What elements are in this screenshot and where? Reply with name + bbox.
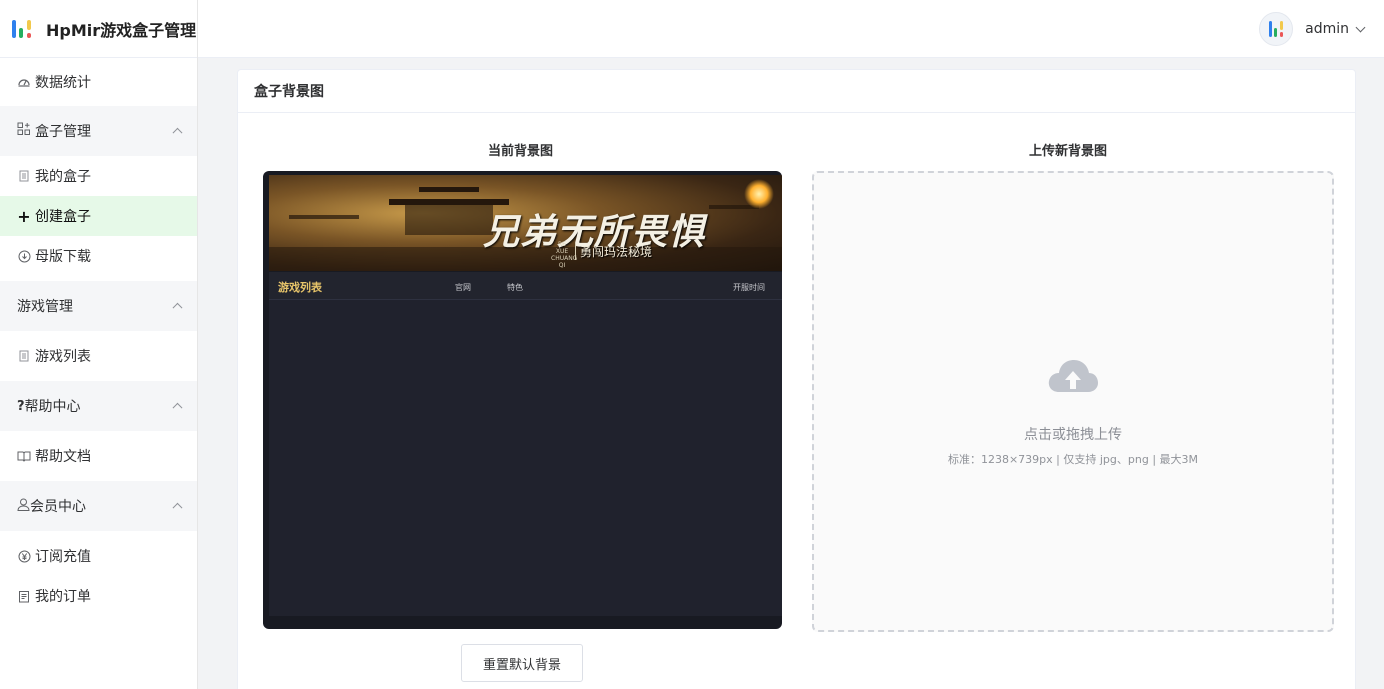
reset-default-button[interactable]: 重置默认背景 [461,644,583,682]
preview-list-title: 游戏列表 [278,281,322,294]
sidebar-item-label: 创建盒子 [35,209,91,225]
document-icon [17,169,31,183]
order-icon [17,589,31,603]
plus-icon: + [17,206,31,226]
preview-banner: 兄弟无所畏惧 RE XUE CHUANG QI 勇闯玛法秘境 [269,175,782,271]
sidebar-group-label: 盒子管理 [35,124,91,140]
yen-icon [17,549,31,563]
sidebar-group-label: 游戏管理 [17,299,73,315]
preview-list-body [269,300,782,616]
user-menu[interactable]: admin [1259,12,1366,46]
card-title: 盒子背景图 [238,70,1355,113]
top-header: admin [198,0,1384,58]
upload-text: 点击或拖拽上传 [1024,427,1122,443]
sidebar-item-subscribe[interactable]: 订阅充值 [0,536,197,576]
sidebar-item-label: 数据统计 [35,75,91,91]
download-icon [17,249,31,263]
sidebar-item-create-box[interactable]: + 创建盒子 [0,196,197,236]
sidebar-item-stats[interactable]: 数据统计 [0,58,197,106]
chevron-down-icon [1355,22,1366,32]
preview-banner-tag: RE XUE CHUANG QI [551,241,578,269]
book-icon [17,449,31,463]
sidebar-item-template-download[interactable]: 母版下载 [0,236,197,276]
preview-col-time: 开服时间 [733,283,765,292]
avatar [1259,12,1294,46]
cloud-upload-icon [1047,356,1099,396]
sidebar-item-label: 我的盒子 [35,169,91,185]
user-icon [17,498,30,515]
chevron-up-icon [172,502,183,513]
question-icon: ? [17,398,25,414]
chevron-up-icon [172,302,183,313]
upload-dropzone[interactable]: 点击或拖拽上传 标准：1238×739px | 仅支持 jpg、png | 最大… [812,171,1334,632]
grid-plus-icon [17,122,31,140]
dashboard-icon [17,75,31,89]
sidebar-group-label: 帮助中心 [24,399,81,415]
sidebar-item-label: 我的订单 [35,589,91,605]
sidebar-group-games[interactable]: 游戏管理 [0,281,197,331]
sidebar: HpMir游戏盒子管理 数据统计 盒子管理 我的盒子 + 创建盒子 母版下载 游… [0,0,198,689]
sidebar-menu: 数据统计 盒子管理 我的盒子 + 创建盒子 母版下载 游戏管理 游戏列表 ? 帮… [0,58,197,616]
sidebar-group-box[interactable]: 盒子管理 [0,106,197,156]
upload-hint: 标准：1238×739px | 仅支持 jpg、png | 最大3M [947,453,1199,466]
sidebar-group-help[interactable]: ? 帮助中心 [0,381,197,431]
username: admin [1305,21,1349,37]
sidebar-item-label: 游戏列表 [35,349,91,365]
sidebar-item-my-box[interactable]: 我的盒子 [0,156,197,196]
preview-col-official: 官网 [455,283,471,292]
sidebar-item-my-orders[interactable]: 我的订单 [0,576,197,616]
chevron-up-icon [172,402,183,413]
app-title: HpMir游戏盒子管理 [46,20,197,40]
current-background-title: 当前背景图 [488,144,554,159]
upload-background-title: 上传新背景图 [1029,144,1108,159]
sidebar-group-member[interactable]: 会员中心 [0,481,197,531]
sidebar-item-label: 母版下载 [35,249,91,265]
background-preview: 兄弟无所畏惧 RE XUE CHUANG QI 勇闯玛法秘境 游戏列表 官网 特… [263,171,782,629]
sidebar-item-label: 帮助文档 [35,449,91,465]
app-logo[interactable]: HpMir游戏盒子管理 [0,0,197,58]
sidebar-item-help-docs[interactable]: 帮助文档 [0,431,197,481]
sidebar-item-label: 订阅充值 [35,549,91,565]
sidebar-group-label: 会员中心 [30,499,86,515]
sidebar-item-game-list[interactable]: 游戏列表 [0,331,197,381]
logo-icon [12,18,34,40]
preview-banner-subtitle: 勇闯玛法秘境 [575,243,652,260]
preview-list-header: 游戏列表 官网 特色 开服时间 [269,272,782,300]
background-card: 盒子背景图 当前背景图 上传新背景图 兄弟无所畏惧 RE XUE CHUANG … [237,69,1356,689]
document-icon [17,349,31,363]
chevron-up-icon [172,127,183,138]
preview-col-feature: 特色 [507,283,523,292]
